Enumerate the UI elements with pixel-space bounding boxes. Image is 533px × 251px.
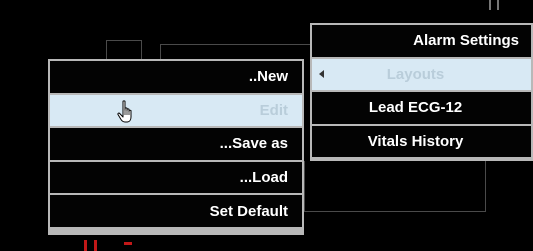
background-tick — [489, 0, 499, 10]
background-line — [106, 40, 142, 60]
background-red-mark — [94, 240, 97, 251]
view-menu: Alarm Settings Layouts Lead ECG-12 Vital… — [310, 23, 533, 161]
background-line — [160, 44, 311, 60]
file-menu: ..New Edit ...Save as ...Load Set Defaul… — [48, 59, 304, 235]
menu-item-layouts-label: Layouts — [386, 65, 445, 83]
menu-item-edit[interactable]: Edit — [50, 94, 302, 127]
background-red-mark — [124, 242, 132, 245]
menu-item-vitals-history[interactable]: Vitals History — [312, 125, 531, 157]
background-line — [304, 161, 486, 212]
menu-item-new[interactable]: ..New — [50, 61, 302, 93]
chevron-left-icon — [319, 70, 324, 79]
menu-item-lead-ecg-12[interactable]: Lead ECG-12 — [312, 92, 531, 124]
menu-item-alarm-settings[interactable]: Alarm Settings — [312, 25, 531, 57]
menu-item-load[interactable]: ...Load — [50, 161, 302, 194]
menu-item-set-default[interactable]: Set Default — [50, 195, 302, 227]
menu-item-layouts[interactable]: Layouts — [312, 58, 531, 90]
background-red-mark — [84, 240, 87, 251]
menu-item-save-as[interactable]: ...Save as — [50, 128, 302, 160]
